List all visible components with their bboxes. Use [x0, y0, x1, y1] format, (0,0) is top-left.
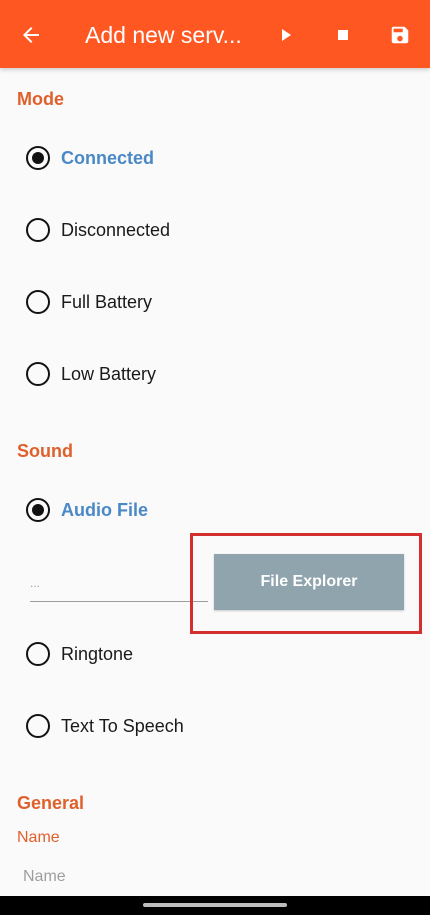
general-header: General	[17, 793, 85, 813]
sound-option-text-to-speech[interactable]: Text To Speech	[26, 711, 184, 741]
radio-label: Disconnected	[61, 219, 171, 240]
radio-label: Connected	[61, 147, 155, 168]
sound-header: Sound	[17, 441, 73, 461]
radio-unchecked-icon[interactable]	[26, 218, 50, 242]
save-button[interactable]	[383, 18, 417, 52]
page-title: Add new serv...	[85, 22, 242, 48]
save-icon	[391, 26, 409, 44]
back-button[interactable]	[14, 18, 48, 52]
arrow-back-icon	[23, 27, 39, 43]
play-button[interactable]	[269, 18, 303, 52]
radio-label: Full Battery	[61, 291, 153, 312]
radio-checked-icon[interactable]	[26, 498, 50, 522]
mode-option-full-battery[interactable]: Full Battery	[26, 287, 152, 317]
radio-unchecked-icon[interactable]	[26, 642, 50, 666]
radio-unchecked-icon[interactable]	[26, 714, 50, 738]
mode-option-disconnected[interactable]: Disconnected	[26, 215, 170, 245]
system-nav-bar	[0, 896, 430, 915]
name-input[interactable]: Name	[23, 868, 66, 886]
app-bar: Add new serv...	[0, 0, 430, 68]
play-icon	[282, 29, 291, 41]
stop-button[interactable]	[326, 18, 360, 52]
radio-label: Text To Speech	[61, 715, 184, 736]
sound-option-audio-file[interactable]: Audio File	[26, 495, 148, 525]
radio-unchecked-icon[interactable]	[26, 362, 50, 386]
name-label: Name	[17, 829, 60, 846]
sound-option-ringtone[interactable]: Ringtone	[26, 639, 133, 669]
radio-label: Ringtone	[61, 643, 134, 664]
radio-label: Audio File	[61, 499, 148, 520]
home-gesture-handle[interactable]	[143, 903, 287, 907]
file-explorer-button[interactable]: File Explorer	[214, 554, 404, 610]
radio-checked-icon[interactable]	[26, 146, 50, 170]
mode-option-low-battery[interactable]: Low Battery	[26, 359, 156, 389]
stop-icon	[338, 30, 348, 40]
audio-file-path-field[interactable]: ...	[30, 570, 208, 602]
radio-unchecked-icon[interactable]	[26, 290, 50, 314]
mode-option-connected[interactable]: Connected	[26, 143, 154, 173]
mode-header: Mode	[17, 89, 64, 109]
radio-label: Low Battery	[61, 363, 157, 384]
